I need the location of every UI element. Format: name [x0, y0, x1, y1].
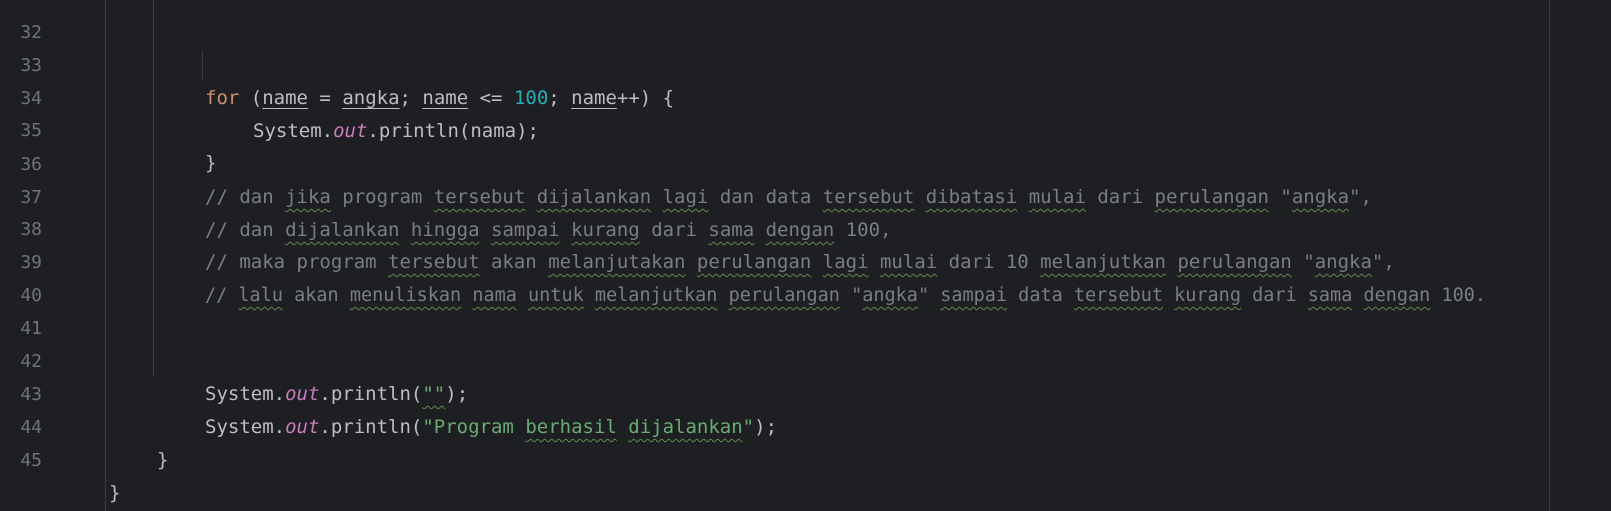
closing-brace: }	[157, 449, 169, 471]
code-line[interactable]: 34 System.out.println(nama);	[0, 49, 1611, 142]
line-number: 45	[20, 450, 42, 471]
code-text[interactable]: }	[109, 477, 120, 510]
code-line[interactable]: 42 System.out.println("");	[0, 312, 1611, 405]
code-line[interactable]: 43 System.out.println("Program berhasil …	[0, 345, 1611, 438]
code-line[interactable]: 33 for (name = angka; name <= 100; name+…	[0, 16, 1611, 109]
code-editor[interactable]: 32 33 for (name = angka; name <= 100; na…	[0, 0, 1611, 511]
code-line[interactable]: 39 // lalu akan menuliskan nama untuk me…	[0, 213, 1611, 306]
code-line-partial[interactable]: 32	[0, 0, 1611, 43]
code-line[interactable]: 41	[0, 279, 1611, 339]
closing-brace: }	[109, 482, 121, 504]
code-text[interactable]: }	[157, 444, 168, 477]
code-line[interactable]: 40	[0, 246, 1611, 306]
code-line[interactable]: 35 }	[0, 81, 1611, 174]
code-line[interactable]: 38 // maka program tersebut akan melanju…	[0, 180, 1611, 273]
code-line[interactable]: 36 // dan jika program tersebut dijalank…	[0, 115, 1611, 208]
code-line[interactable]: 44 }	[0, 378, 1611, 471]
code-line[interactable]: 45 }	[0, 411, 1611, 504]
code-line[interactable]: 37 // dan dijalankan hingga sampai kuran…	[0, 148, 1611, 241]
